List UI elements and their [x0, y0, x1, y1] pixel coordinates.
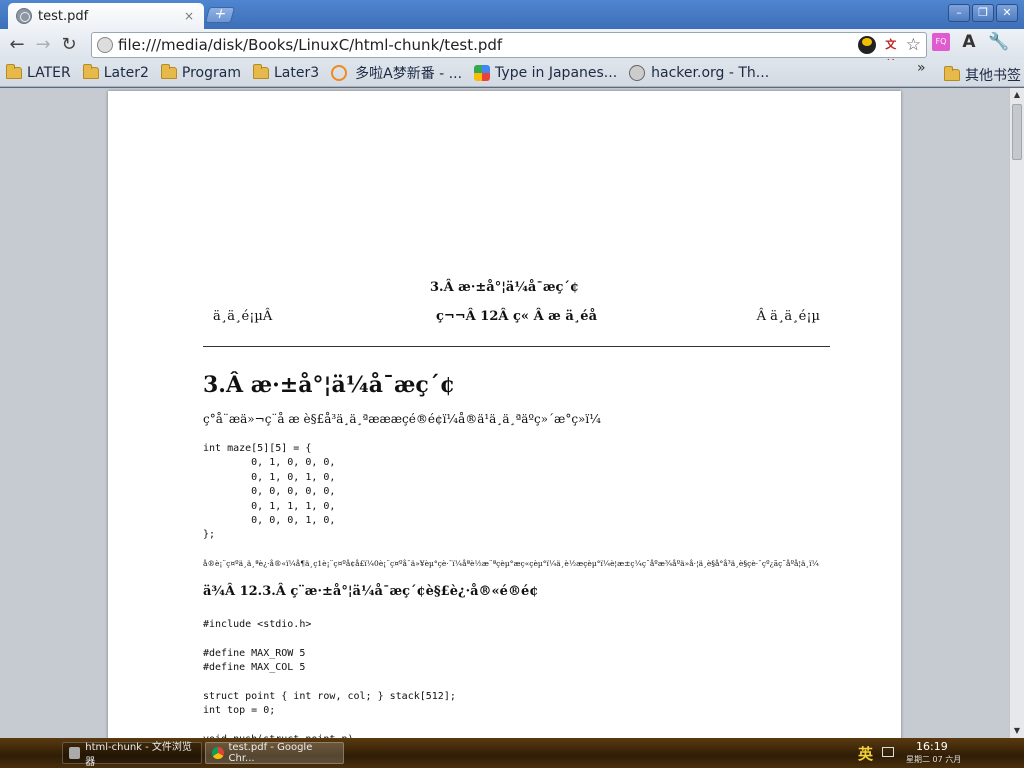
section-title: 3.Â æ·±å°¦ä¼å¯æç´¢: [203, 372, 456, 398]
clock-date: 星期二 07 六月: [906, 755, 962, 764]
description-paragraph: å®è¡¨ç¤ºä¸ä¸ªè¿·å®«ï¼å¶ä¸­ç1è¡¨ç¤ºå¢å£ï¼…: [203, 559, 819, 568]
tab-test-pdf[interactable]: test.pdf ×: [8, 3, 204, 29]
bookmarks-bar: LATER Later2 Program Later3 多啦A梦新番 - ...…: [0, 60, 1024, 87]
folder-icon: [6, 64, 22, 79]
task-file-browser[interactable]: html-chunk - 文件浏览器: [62, 742, 202, 768]
chrome-icon: [212, 747, 224, 759]
title-bar: test.pdf × + – ❐ ✕: [0, 0, 1024, 29]
page-icon: [97, 37, 113, 53]
bookmark-type-in-japanese[interactable]: Type in Japanes...: [474, 65, 617, 81]
task-chrome[interactable]: test.pdf - Google Chr...: [205, 742, 344, 764]
address-bar[interactable]: file:///media/disk/Books/LinuxC/html-chu…: [91, 32, 927, 69]
translate-extension-icon[interactable]: 文✕: [882, 36, 900, 69]
google-icon: [474, 65, 491, 81]
new-tab-button[interactable]: +: [204, 6, 236, 23]
reload-button[interactable]: ↻: [56, 32, 82, 58]
pdf-page: 3.Â æ·±å°¦ä¼å¯æç´¢ ä¸ä¸é¡µÂ ç¬¬Â 12Â ç« …: [108, 91, 901, 738]
scroll-up-icon[interactable]: ▲: [1010, 88, 1024, 102]
maze-code-block: int maze[5][5] = { 0, 1, 0, 0, 0, 0, 1, …: [203, 443, 336, 541]
intro-paragraph: ç°å¨æä»¬ç¨å æ è§£å³ä¸ä¸ªæææçé®é¢ï¼å®ä¹ä¸…: [203, 412, 601, 426]
bookmark-program[interactable]: Program: [160, 64, 241, 81]
extension-avatar-icon[interactable]: [857, 36, 876, 54]
page-favicon-icon: [16, 8, 32, 24]
forward-button[interactable]: →: [30, 32, 56, 58]
smiley-icon: [331, 65, 348, 81]
chapter-title: ç¬¬Â 12Â ç« Â æ ä¸éå: [435, 309, 597, 324]
bookmark-later3[interactable]: Later3: [252, 64, 319, 81]
next-page-link[interactable]: Â ä¸ä¸é¡µ: [757, 309, 820, 324]
globe-icon: [629, 65, 646, 81]
folder-icon: [252, 64, 269, 79]
input-method-indicator[interactable]: 英: [858, 743, 873, 764]
example-title: ä¾Â 12.3.Â ç¨æ·±å°¦ä¼å¯æç´¢è§£è¿·å®«é®é¢: [203, 584, 539, 599]
minimize-button[interactable]: –: [948, 4, 970, 22]
back-button[interactable]: ←: [4, 32, 30, 58]
bookmark-star-icon[interactable]: ☆: [906, 36, 921, 54]
scroll-down-icon[interactable]: ▼: [1010, 724, 1024, 738]
bookmark-hacker-org[interactable]: hacker.org - Th...: [629, 65, 769, 81]
bookmark-doraemon[interactable]: 多啦A梦新番 - ...: [331, 63, 462, 83]
navigation-toolbar: ← → ↻ file:///media/disk/Books/LinuxC/ht…: [0, 29, 1024, 69]
tab-title: test.pdf: [38, 8, 89, 24]
url-text[interactable]: file:///media/disk/Books/LinuxC/html-chu…: [118, 36, 858, 54]
folder-icon: [944, 66, 960, 81]
other-bookmarks[interactable]: 其他书签: [944, 65, 1021, 85]
running-header-title: 3.Â æ·±å°¦ä¼å¯æç´¢: [430, 280, 579, 295]
pdf-viewer[interactable]: 3.Â æ·±å°¦ä¼å¯æç´¢ ä¸ä¸é¡µÂ ç¬¬Â 12Â ç« …: [0, 88, 1009, 738]
window-controls: – ❐ ✕: [948, 4, 1018, 22]
taskbar: html-chunk - 文件浏览器 test.pdf - Google Chr…: [0, 738, 1024, 768]
file-browser-icon: [69, 747, 81, 759]
wrench-menu-icon[interactable]: 🔧: [988, 32, 1010, 52]
header-divider: [203, 346, 830, 347]
folder-icon: [82, 64, 99, 79]
tab-close-icon[interactable]: ×: [182, 9, 196, 23]
close-window-button[interactable]: ✕: [996, 4, 1018, 22]
bookmarks-overflow-icon[interactable]: »: [917, 60, 926, 76]
scroll-thumb[interactable]: [1012, 104, 1022, 160]
clock-time[interactable]: 16:19: [916, 740, 948, 753]
example-code-block: #include <stdio.h> #define MAX_ROW 5 #de…: [203, 619, 456, 738]
restore-button[interactable]: ❐: [972, 4, 994, 22]
font-size-button[interactable]: A: [958, 32, 980, 52]
bookmark-later2[interactable]: Later2: [82, 64, 149, 81]
folder-icon: [160, 64, 177, 79]
bookmark-later[interactable]: LATER: [6, 64, 71, 81]
fq-extension-icon[interactable]: FQ: [932, 33, 950, 51]
vertical-scrollbar[interactable]: ▲ ▼: [1009, 88, 1024, 738]
show-desktop-icon[interactable]: [882, 747, 894, 757]
